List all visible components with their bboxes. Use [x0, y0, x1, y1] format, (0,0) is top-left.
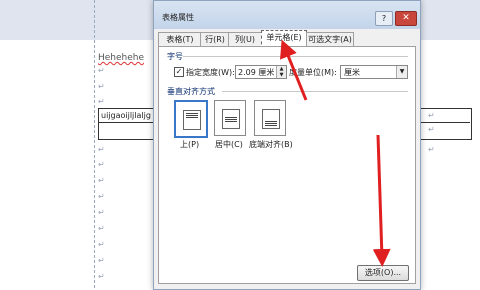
align-bottom-button[interactable] — [254, 100, 286, 136]
size-group-label: 字号 — [167, 52, 183, 61]
align-top-icon — [183, 110, 201, 130]
paragraph-mark: ↵ — [98, 97, 105, 106]
paragraph-mark: ↵ — [98, 82, 105, 91]
tab-column[interactable]: 列(U) — [228, 32, 262, 46]
tab-row[interactable]: 行(R) — [200, 32, 230, 46]
align-center-button[interactable] — [214, 100, 246, 136]
tab-table[interactable]: 表格(T) — [158, 32, 202, 46]
width-spinner[interactable]: 2.09 厘米 ▲ ▼ — [235, 65, 287, 79]
width-value: 2.09 厘米 — [238, 68, 275, 77]
icon-line — [225, 117, 237, 118]
paragraph-mark: ↵ — [98, 192, 105, 201]
icon-line — [265, 121, 277, 122]
group-divider — [222, 91, 408, 92]
checkmark-icon: ✓ — [175, 67, 183, 76]
paragraph-mark: ↵ — [98, 272, 105, 281]
help-button[interactable]: ? — [375, 11, 393, 26]
measure-unit-label: 度量单位(M): — [289, 68, 337, 77]
icon-line — [225, 119, 237, 120]
paragraph-mark: ↵ — [98, 208, 105, 217]
paragraph-mark: ↵ — [428, 145, 435, 154]
align-top-button[interactable] — [174, 100, 208, 138]
align-center-label: 居中(C) — [215, 140, 243, 149]
close-button[interactable]: ✕ — [395, 11, 417, 26]
paragraph-mark: ↵ — [98, 240, 105, 249]
align-bottom-icon — [262, 109, 280, 129]
align-center-icon — [222, 109, 240, 129]
specify-width-checkbox[interactable]: ✓ — [174, 67, 184, 77]
icon-line — [225, 121, 237, 122]
measure-unit-value: 厘米 — [344, 68, 360, 77]
paragraph-mark: ↵ — [98, 145, 105, 154]
icon-line — [186, 113, 198, 114]
paragraph-mark: ↵ — [98, 176, 105, 185]
paragraph-mark: ↵ — [428, 125, 435, 134]
align-bottom-label: 底端对齐(B) — [249, 140, 293, 149]
icon-line — [186, 117, 198, 118]
table-cell-text: uijgaoijljlaljg — [101, 111, 151, 120]
align-top-label: 上(P) — [180, 140, 200, 149]
tab-alt-text[interactable]: 可选文字(A) — [306, 32, 354, 46]
chevron-down-icon[interactable]: ▼ — [396, 66, 407, 78]
specify-width-label: 指定宽度(W): — [186, 68, 235, 77]
paragraph-mark: ↵ — [428, 111, 435, 120]
paragraph-mark: ↵ — [98, 256, 105, 265]
dialog-title: 表格属性 — [162, 13, 194, 22]
page-margin-line — [94, 0, 96, 288]
document-heading[interactable]: Hehehehe — [98, 53, 144, 63]
valign-group-label: 垂直对齐方式 — [167, 87, 215, 96]
measure-unit-select[interactable]: 厘米 ▼ — [340, 65, 408, 79]
group-divider — [183, 56, 408, 57]
icon-line — [265, 125, 277, 126]
paragraph-mark: ↵ — [98, 66, 105, 75]
icon-line — [265, 123, 277, 124]
paragraph-mark: ↵ — [98, 224, 105, 233]
table-row-divider — [420, 122, 470, 123]
paragraph-mark: ↵ — [98, 160, 105, 169]
options-button[interactable]: 选项(O)... — [357, 265, 409, 281]
dialog-titlebar: 表格属性 ? ✕ — [154, 1, 420, 29]
icon-line — [186, 115, 198, 116]
table-row-divider — [98, 122, 158, 123]
tab-panel — [158, 46, 416, 284]
spinner-arrows-icon[interactable]: ▲ ▼ — [276, 66, 286, 78]
